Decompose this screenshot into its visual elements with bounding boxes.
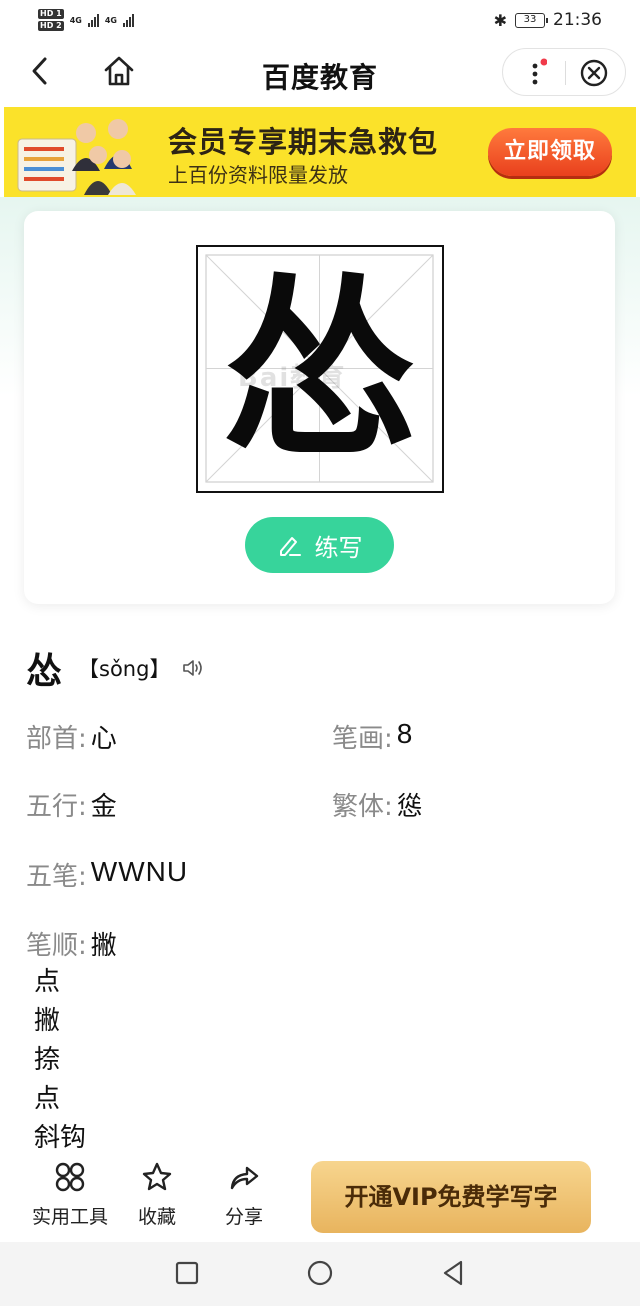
claim-now-button[interactable]: 立即领取 <box>488 128 612 176</box>
character-glyph: 怂 <box>221 257 418 485</box>
status-right: ✱ 33 21:36 <box>494 10 602 30</box>
wubi-value: WWNU <box>90 856 189 887</box>
pencil-icon <box>279 537 301 556</box>
character-grid: Bai教育 怂 <box>196 245 444 493</box>
more-vertical-icon <box>532 58 548 85</box>
banner-people-illustration <box>17 119 136 195</box>
stroke-order-item: 点 <box>34 1084 61 1114</box>
more-button[interactable] <box>527 57 548 89</box>
back-triangle-icon[interactable] <box>438 1258 468 1288</box>
wuxing-row: 五行: 金 <box>26 786 117 823</box>
signal-bars-1-icon <box>87 13 99 27</box>
network-type-2: 4G <box>104 15 117 25</box>
banner-title: 会员专享期末急救包 <box>168 125 439 159</box>
stroke-count-row: 笔画: 8 <box>332 718 413 755</box>
wuxing-label: 五行: <box>26 792 87 822</box>
tools-label: 实用工具 <box>31 1206 108 1228</box>
character-small: 怂 <box>26 651 63 692</box>
character-card: Bai教育 怂 练写 <box>24 211 615 604</box>
wubi-row: 五笔: WWNU <box>26 856 188 893</box>
stroke-order-item: 点 <box>34 967 61 997</box>
status-bar: HD 1 HD 2 4G 4G ✱ 33 21:36 <box>0 0 640 40</box>
sim-labels: HD 1 HD 2 <box>38 8 64 32</box>
stroke-order-row: 笔顺: 撇 <box>26 925 117 962</box>
practice-button[interactable]: 练写 <box>245 517 394 573</box>
sim1-label: HD 1 <box>38 9 64 19</box>
tools-button[interactable]: 实用工具 <box>28 1160 112 1229</box>
speaker-icon[interactable] <box>182 658 206 678</box>
network-type-1: 4G <box>69 15 82 25</box>
signal-bars-2-icon <box>122 13 134 27</box>
capsule-menu <box>502 48 626 96</box>
traditional-label: 繁体: <box>332 792 393 822</box>
share-icon <box>230 1166 259 1190</box>
radical-value: 心 <box>90 724 117 754</box>
nav-bar: 百度教育 <box>0 40 640 106</box>
vip-button[interactable]: 开通VIP免费学写字 <box>311 1161 591 1233</box>
signal-group: HD 1 HD 2 4G 4G <box>38 8 134 32</box>
recent-apps-icon[interactable] <box>172 1258 202 1288</box>
battery-icon: 33 <box>515 12 548 28</box>
practice-label: 练写 <box>314 533 363 562</box>
star-icon <box>142 1162 172 1191</box>
share-button[interactable]: 分享 <box>218 1160 270 1229</box>
stroke-count-label: 笔画: <box>332 724 393 754</box>
sim2-label: HD 2 <box>38 21 64 31</box>
wubi-label: 五笔: <box>26 862 87 892</box>
banner-subtitle: 上百份资料限量发放 <box>168 163 348 187</box>
stroke-count-value: 8 <box>396 718 414 749</box>
stroke-order-item: 捺 <box>34 1045 61 1075</box>
character-heading: 怂 【sǒng】 <box>26 642 206 694</box>
stroke-order-item: 斜钩 <box>34 1123 87 1153</box>
share-label: 分享 <box>224 1206 263 1228</box>
traditional-row: 繁体: 慫 <box>332 786 423 823</box>
radical-label: 部首: <box>26 724 87 754</box>
system-nav-bar <box>0 1242 640 1306</box>
stroke-order-list: 点 撇 捺 点 斜钩 <box>34 963 86 1158</box>
bottom-toolbar: 实用工具 收藏 分享 开通VIP免费学写字 <box>0 1156 640 1242</box>
home-circle-icon[interactable] <box>305 1258 335 1288</box>
bluetooth-icon: ✱ <box>493 10 507 30</box>
close-button[interactable] <box>579 58 609 88</box>
favorite-button[interactable]: 收藏 <box>128 1160 186 1229</box>
stroke-order-item: 撇 <box>90 931 117 961</box>
traditional-value: 慫 <box>396 792 423 822</box>
battery-level: 33 <box>523 13 537 25</box>
pinyin: 【sǒng】 <box>78 657 171 681</box>
grid-tools-icon <box>55 1162 85 1192</box>
wuxing-value: 金 <box>90 792 117 822</box>
capsule-divider <box>565 61 566 85</box>
stroke-order-item: 撇 <box>34 1006 61 1036</box>
close-circle-icon <box>580 59 608 87</box>
stroke-order-label: 笔顺: <box>26 931 87 961</box>
favorite-label: 收藏 <box>137 1206 176 1228</box>
radical-row: 部首: 心 <box>26 718 117 755</box>
clock: 21:36 <box>553 10 602 30</box>
promo-banner[interactable]: 会员专享期末急救包 上百份资料限量发放 立即领取 <box>4 107 636 197</box>
